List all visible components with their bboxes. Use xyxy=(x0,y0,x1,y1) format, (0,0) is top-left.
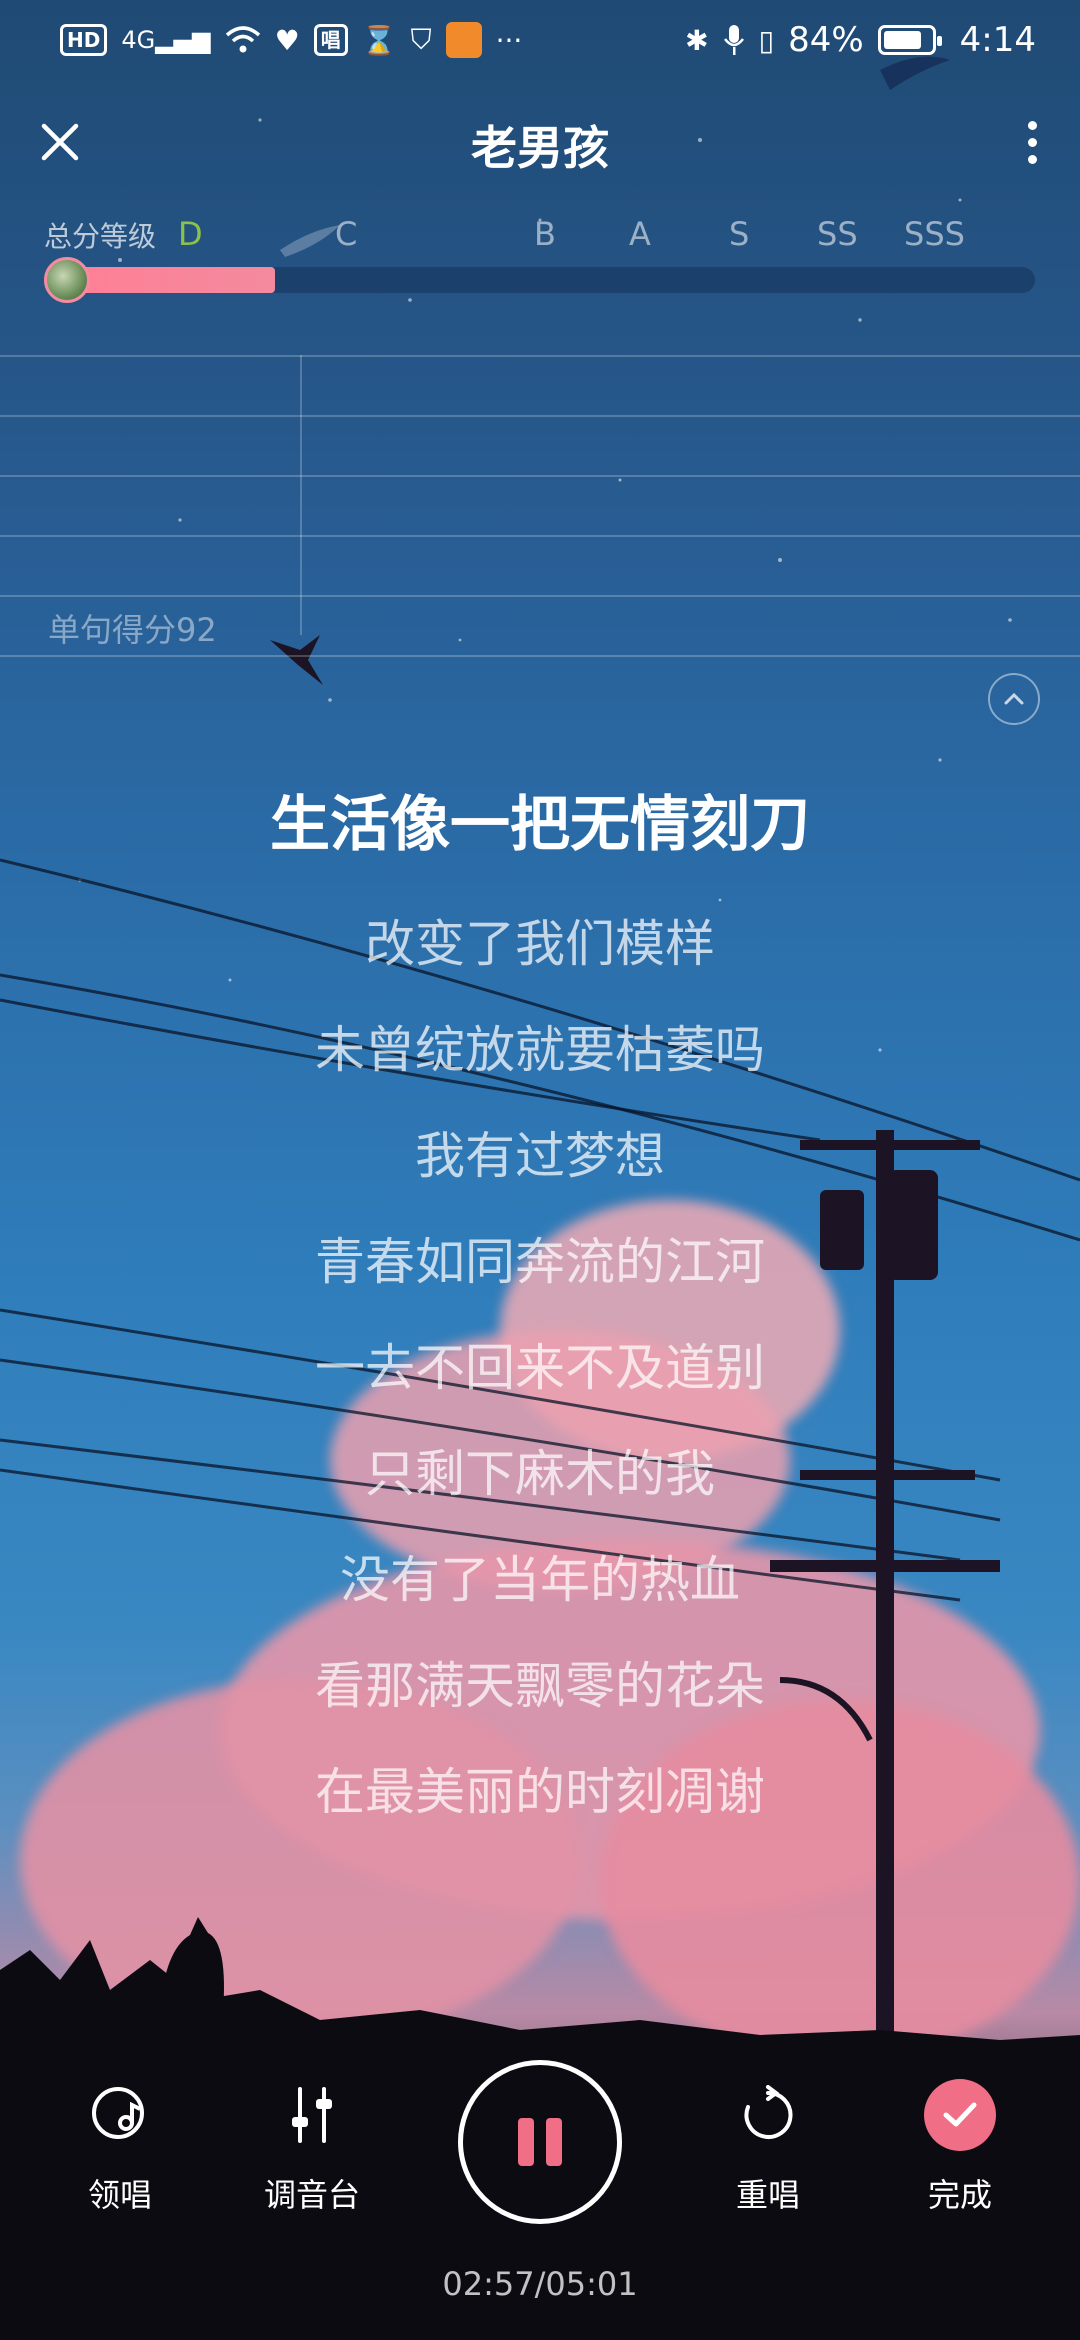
user-avatar xyxy=(44,257,90,303)
pitch-gridline xyxy=(0,415,1080,417)
song-title: 老男孩 xyxy=(471,121,609,175)
score-progress-bar xyxy=(60,267,1035,293)
pitch-gridline xyxy=(0,655,1080,657)
hourglass-icon: ⌛ xyxy=(361,23,397,57)
grade-a: A xyxy=(629,215,651,253)
more-notifications-icon: ··· xyxy=(495,23,523,57)
pitch-gridline xyxy=(0,475,1080,477)
lyric-line: 没有了当年的热血 xyxy=(340,1551,740,1609)
total-grade-label: 总分等级 xyxy=(44,220,157,253)
network-type: 4G xyxy=(121,26,156,54)
pause-icon xyxy=(518,2118,534,2166)
resing-label: 重唱 xyxy=(735,2176,800,2214)
lyric-line: 未曾绽放就要枯萎吗 xyxy=(315,1021,765,1079)
pause-button[interactable] xyxy=(458,2060,622,2224)
more-dot-icon xyxy=(1027,137,1037,147)
done-button[interactable]: 完成 xyxy=(880,2060,1040,2216)
hd-icon: HD xyxy=(60,24,108,56)
app-notification-icon xyxy=(445,22,482,58)
lead-vocal-button[interactable]: 领唱 xyxy=(40,2060,200,2216)
lead-vocal-label: 领唱 xyxy=(87,2176,152,2214)
sing-badge-icon: 唱 xyxy=(313,24,348,56)
lyric-line: 我有过梦想 xyxy=(415,1127,665,1185)
lead-vocal-icon xyxy=(92,2087,144,2139)
battery-icon xyxy=(877,25,942,55)
chevron-up-icon xyxy=(1004,692,1024,705)
score-progress-fill xyxy=(60,267,275,293)
line-score: 单句得分92 xyxy=(48,611,217,649)
lyric-line: 看那满天飘零的花朵 xyxy=(315,1657,765,1715)
lyric-line: 在最美丽的时刻凋谢 xyxy=(315,1763,765,1821)
signal-icon: 4G ▂▄▆ xyxy=(121,26,211,54)
playback-time: 02:57/05:01 xyxy=(442,2265,638,2303)
resing-button[interactable]: 重唱 xyxy=(688,2060,848,2216)
bluetooth-icon: ✱ xyxy=(685,23,709,57)
shield-icon: ⛉ xyxy=(410,23,432,56)
score-section: 总分等级 D C B A S SS SSS xyxy=(0,205,1080,305)
heart-rate-icon: ♥ xyxy=(274,23,300,57)
mixer-icon xyxy=(292,2087,332,2143)
wifi-icon xyxy=(225,20,261,60)
pitch-cursor-line xyxy=(300,355,302,635)
pitch-gridline xyxy=(0,595,1080,597)
grade-c: C xyxy=(335,215,358,253)
check-icon xyxy=(924,2079,996,2151)
pitch-gridline xyxy=(0,355,1080,357)
lyric-line: 只剩下麻木的我 xyxy=(365,1445,715,1503)
clock: 4:14 xyxy=(959,20,1036,60)
collapse-pitch-button[interactable] xyxy=(988,673,1040,725)
mixer-button[interactable]: 调音台 xyxy=(232,2060,392,2216)
more-options-button[interactable] xyxy=(1012,112,1052,172)
current-lyric-line: 生活像一把无情刻刀 xyxy=(270,790,810,860)
microphone-icon xyxy=(723,20,745,60)
lyrics-panel: 生活像一把无情刻刀 改变了我们模样 未曾绽放就要枯萎吗 我有过梦想 青春如同奔流… xyxy=(0,775,1080,1845)
grade-s: S xyxy=(729,215,750,253)
playback-controls: 领唱 调音台 重唱 完成 xyxy=(0,2060,1080,2280)
status-bar: HD 4G ▂▄▆ ♥ 唱 ⌛ ⛉ ··· ✱ ▯ 84% 4:14 xyxy=(0,0,1080,80)
more-dot-icon xyxy=(1027,154,1037,164)
done-label: 完成 xyxy=(927,2176,992,2214)
lyric-line: 改变了我们模样 xyxy=(365,915,715,973)
grade-sss: SSS xyxy=(904,215,965,253)
lyric-line: 青春如同奔流的江河 xyxy=(315,1233,765,1291)
current-grade: D xyxy=(178,215,203,253)
grade-b: B xyxy=(534,215,556,253)
vibrate-icon: ▯ xyxy=(758,23,775,57)
battery-percent: 84% xyxy=(788,20,864,60)
mixer-label: 调音台 xyxy=(263,2176,360,2214)
restart-icon xyxy=(744,2085,793,2139)
pitch-gridline xyxy=(0,535,1080,537)
header: 老男孩 xyxy=(0,100,1080,190)
pause-icon xyxy=(546,2118,562,2166)
pitch-graph: 单句得分92 xyxy=(0,355,1080,725)
more-dot-icon xyxy=(1027,120,1037,130)
grade-ss: SS xyxy=(817,215,858,253)
lyric-line: 一去不回来不及道别 xyxy=(315,1339,765,1397)
